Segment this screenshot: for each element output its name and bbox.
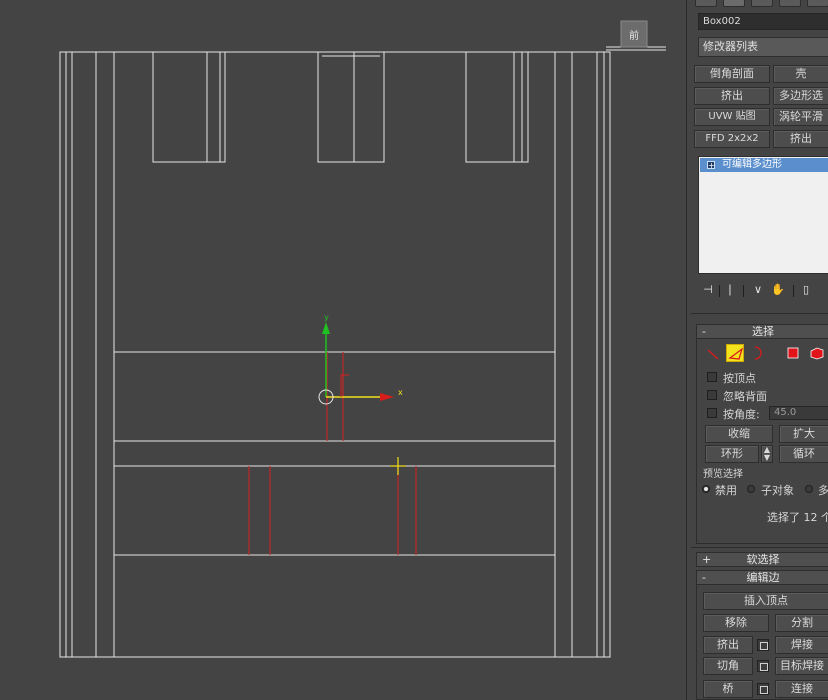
soft-selection-title: 软选择 [746,553,780,566]
vertex-mode-icon[interactable] [704,344,722,362]
panel-divider [691,547,828,548]
preview-off-radio[interactable] [702,485,710,493]
remove-modifier-icon[interactable]: ✋ [771,282,785,298]
modifier-button-uvw-map[interactable]: UVW 贴图 [694,108,770,126]
ring-spinner[interactable]: ▲ ▼ [761,445,773,463]
preview-multi-label: 多 [818,484,828,497]
expand-plus-icon[interactable]: + [707,161,715,170]
make-unique-icon[interactable]: ∨ [751,282,765,298]
by-vertex-checkbox[interactable] [707,372,717,382]
show-end-result-icon[interactable]: ❘ [723,282,737,298]
viewport-canvas[interactable]: y x 前 [0,0,686,700]
ignore-backfacing-label: 忽略背面 [723,390,767,403]
motion-tab-icon[interactable] [779,0,801,7]
create-tab-icon[interactable] [695,0,717,7]
front-viewport[interactable]: y x 前 [0,0,686,700]
viewcube[interactable]: 前 [620,20,648,48]
modifier-button-poly-select[interactable]: 多边形选 [773,87,828,105]
element-mode-icon[interactable] [808,344,826,362]
selection-title: 选择 [752,325,774,338]
selected-edges [248,352,417,555]
remove-button[interactable]: 移除 [703,614,769,632]
bridge-button[interactable]: 桥 [703,680,753,698]
panel-tabs[interactable] [691,0,828,8]
by-vertex-label: 按顶点 [723,372,756,385]
edge-mode-icon[interactable] [726,344,744,362]
insert-vertex-button[interactable]: 插入顶点 [703,592,828,610]
command-panel: Box002 修改器列表 倒角剖面 壳 挤出 多边形选 UVW 贴图 涡轮平滑 … [686,0,828,700]
object-name-field[interactable]: Box002 [698,13,828,30]
extrude-button[interactable]: 挤出 [703,636,753,654]
panel-divider [691,313,828,314]
toolbar-separator [719,285,720,297]
modify-tab-icon[interactable] [723,0,745,7]
connect-button[interactable]: 连接 [775,680,828,698]
display-tab-icon[interactable] [807,0,828,7]
collapse-minus-icon: - [702,325,706,338]
border-mode-icon[interactable] [747,344,765,362]
chamfer-settings-icon[interactable] [757,660,769,672]
modifier-button-turbosmooth[interactable]: 涡轮平滑 [773,108,828,126]
preview-selection-label: 预览选择 [703,469,743,480]
split-button[interactable]: 分割 [775,614,828,632]
wireframe-model [59,46,666,658]
modifier-button-extrude-2[interactable]: 挤出 [773,130,828,148]
by-angle-checkbox[interactable] [707,408,717,418]
cursor-crosshair [390,457,406,475]
stack-item-editable-poly[interactable]: + 可编辑多边形 [700,158,828,172]
chamfer-button[interactable]: 切角 [703,657,753,675]
axis-y-label: y [324,313,329,322]
modifier-button-shell[interactable]: 壳 [773,65,828,83]
edit-edges-title: 编辑边 [746,571,780,584]
modifier-list-dropdown[interactable]: 修改器列表 [698,37,828,57]
by-angle-label: 按角度: [723,408,760,421]
preview-off-label: 禁用 [715,484,737,497]
configure-sets-icon[interactable]: ▯ [799,282,813,298]
pin-stack-icon[interactable]: ⊣ [701,282,715,298]
polygon-mode-icon[interactable] [785,344,803,362]
preview-subobject-label: 子对象 [761,484,794,497]
modifier-button-extrude[interactable]: 挤出 [694,87,770,105]
stack-item-label: 可编辑多边形 [722,159,782,170]
soft-selection-rollout-header[interactable]: + 软选择 [696,552,828,567]
shrink-button[interactable]: 收缩 [705,425,773,443]
move-gizmo[interactable]: y x [318,313,403,405]
selection-status-text: 选择了 12 个 [767,511,828,524]
axis-x-label: x [398,388,403,397]
modifier-stack[interactable]: + 可编辑多边形 [698,156,828,274]
hierarchy-tab-icon[interactable] [751,0,773,7]
ring-button[interactable]: 环形 [705,445,759,463]
toolbar-separator [793,285,794,297]
modifier-button-bevel-profile[interactable]: 倒角剖面 [694,65,770,83]
stack-toolbar: ⊣ ❘ ∨ ✋ ▯ [701,282,828,298]
grow-button[interactable]: 扩大 [779,425,828,443]
selection-rollout-header[interactable]: - 选择 [696,324,828,339]
expand-plus-icon: + [702,553,712,566]
collapse-minus-icon: - [702,571,706,584]
modifier-button-ffd[interactable]: FFD 2x2x2 [694,130,770,148]
extrude-settings-icon[interactable] [757,639,769,651]
edit-edges-rollout-header[interactable]: - 编辑边 [696,570,828,585]
angle-value-field[interactable]: 45.0 [769,406,828,420]
loop-button[interactable]: 循环 [779,445,828,463]
weld-button[interactable]: 焊接 [775,636,828,654]
preview-multi-radio[interactable] [805,485,813,493]
preview-subobject-radio[interactable] [747,485,755,493]
ignore-backfacing-checkbox[interactable] [707,390,717,400]
viewcube-face-label: 前 [629,29,639,42]
toolbar-separator [743,285,744,297]
target-weld-button[interactable]: 目标焊接 [775,657,828,675]
bridge-settings-icon[interactable] [757,683,769,695]
